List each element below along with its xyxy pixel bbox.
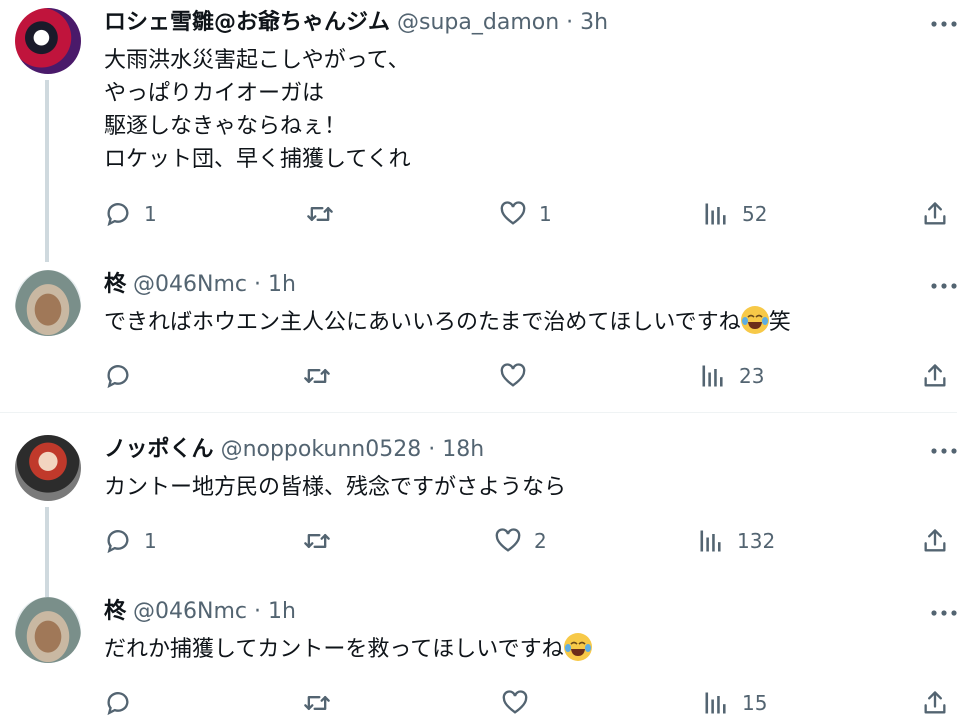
views-icon (702, 689, 730, 717)
more-icon[interactable] (929, 280, 957, 292)
tweet-text: できればホウエン主人公にあいいろのたまで治めてほしいですね 笑 (104, 306, 791, 339)
tweet-text-tail: 笑 (768, 310, 791, 335)
share-icon (921, 200, 949, 228)
like-button[interactable]: 2 (494, 526, 547, 556)
views-icon (699, 362, 727, 390)
reply-button[interactable] (104, 361, 132, 391)
author-handle-time[interactable]: @noppokunn0528 · 18h (221, 437, 485, 462)
retweet-button[interactable] (306, 199, 334, 229)
tweet-text: カントー地方民の皆様、残念ですがさようなら (104, 475, 567, 500)
retweet-icon (306, 200, 334, 228)
like-icon (494, 527, 522, 555)
tweet-line: 駆逐しなきゃならねぇ！ (104, 114, 347, 139)
divider (0, 412, 957, 413)
views-button[interactable]: 15 (702, 688, 767, 718)
retweet-button[interactable] (303, 526, 331, 556)
tears-of-joy-emoji (740, 306, 769, 334)
tweet-line: 大雨洪水災害起こしやがって、 (104, 48, 410, 73)
like-button[interactable] (499, 361, 527, 391)
share-icon (921, 689, 949, 717)
action-bar: 15 (0, 688, 957, 718)
tweet[interactable]: ノッポくん @noppokunn0528 · 18h カントー地方民の皆様、残念… (0, 427, 957, 597)
action-bar: 1 2 132 (0, 526, 957, 556)
reply-count: 1 (144, 529, 157, 553)
author-name[interactable]: 柊 (104, 599, 126, 624)
views-count: 23 (739, 364, 765, 388)
views-count: 15 (742, 691, 768, 715)
reply-count: 1 (144, 202, 157, 226)
retweet-icon (303, 362, 331, 390)
tweet-text: 大雨洪水災害起こしやがって、 やっぱりカイオーガは 駆逐しなきゃならねぇ！ ロケ… (104, 44, 411, 176)
reply-button[interactable]: 1 (104, 526, 157, 556)
share-button[interactable] (921, 526, 949, 556)
like-icon (501, 689, 529, 717)
views-button[interactable]: 52 (702, 199, 767, 229)
views-count: 132 (737, 529, 776, 553)
tweet-text-main: できればホウエン主人公にあいいろのたまで治めてほしいですね (104, 310, 741, 335)
reply-icon (104, 689, 132, 717)
thread-connector (45, 80, 49, 262)
tweet-line: ロケット団、早く捕獲してくれ (104, 147, 411, 172)
reply-icon (104, 362, 132, 390)
views-button[interactable]: 23 (699, 361, 764, 391)
reply-icon (104, 200, 132, 228)
like-button[interactable] (501, 688, 529, 718)
author-handle-time[interactable]: @046Nmc · 1h (133, 599, 296, 624)
retweet-button[interactable] (303, 361, 331, 391)
reply-button[interactable]: 1 (104, 199, 157, 229)
reply-button[interactable] (104, 688, 132, 718)
more-icon[interactable] (929, 445, 957, 457)
action-bar: 1 1 52 (0, 199, 957, 229)
tweet-text-main: だれか捕獲してカントーを救ってほしいですね (104, 637, 564, 662)
share-icon (921, 362, 949, 390)
action-bar: 23 (0, 361, 957, 391)
like-count: 1 (539, 202, 552, 226)
more-icon[interactable] (929, 607, 957, 619)
avatar[interactable] (15, 270, 81, 336)
more-icon[interactable] (929, 18, 957, 30)
author-handle-time[interactable]: @046Nmc · 1h (133, 272, 296, 297)
share-button[interactable] (921, 199, 949, 229)
author-name[interactable]: ロシェ雪雛@お爺ちゃんジム (104, 10, 390, 35)
avatar[interactable] (15, 8, 81, 74)
like-count: 2 (534, 529, 547, 553)
tweet-text: だれか捕獲してカントーを救ってほしいですね (104, 633, 592, 666)
share-icon (921, 527, 949, 555)
avatar[interactable] (15, 435, 81, 501)
tweet[interactable]: ロシェ雪雛@お爺ちゃんジム @supa_damon · 3h 大雨洪水災害起こし… (0, 0, 957, 262)
like-icon (499, 200, 527, 228)
like-icon (499, 362, 527, 390)
views-count: 52 (742, 202, 768, 226)
tweet-line: やっぱりカイオーガは (104, 81, 325, 106)
tweet[interactable]: 柊 @046Nmc · 1h だれか捕獲してカントーを救ってほしいですね 15 (0, 589, 957, 726)
author-name[interactable]: ノッポくん (104, 437, 214, 462)
author-name[interactable]: 柊 (104, 272, 126, 297)
views-icon (697, 527, 725, 555)
retweet-button[interactable] (303, 688, 331, 718)
tweet[interactable]: 柊 @046Nmc · 1h できればホウエン主人公にあいいろのたまで治めてほし… (0, 262, 957, 412)
views-button[interactable]: 132 (697, 526, 775, 556)
tears-of-joy-emoji (563, 633, 592, 661)
share-button[interactable] (921, 688, 949, 718)
retweet-icon (303, 689, 331, 717)
retweet-icon (303, 527, 331, 555)
share-button[interactable] (921, 361, 949, 391)
views-icon (702, 200, 730, 228)
like-button[interactable]: 1 (499, 199, 552, 229)
reply-icon (104, 527, 132, 555)
author-handle-time[interactable]: @supa_damon · 3h (397, 10, 608, 35)
avatar[interactable] (15, 597, 81, 663)
